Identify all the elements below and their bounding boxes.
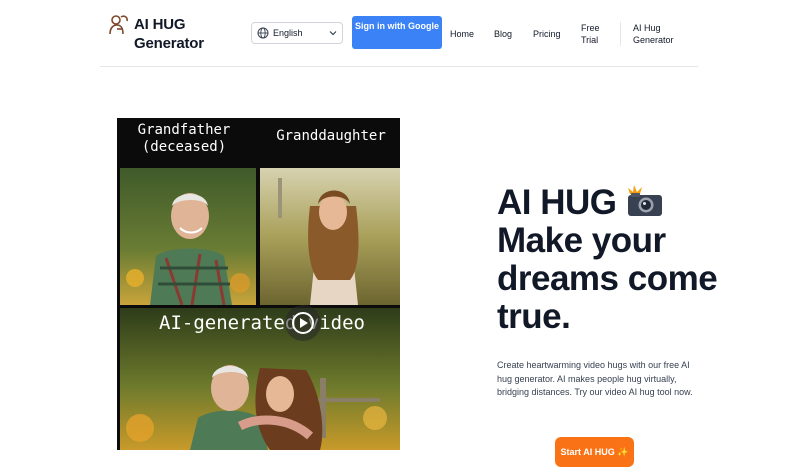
- logo-text: AI HUG Generator: [134, 16, 204, 52]
- camera-flash-icon: [627, 185, 662, 216]
- hero-headline: AI HUG Make your dreams come true.: [497, 184, 737, 336]
- caption-ai-generated-video: AI-generated video: [159, 312, 365, 334]
- nav-free-trial[interactable]: Free Trial: [581, 22, 605, 46]
- chevron-down-icon: [329, 31, 337, 36]
- language-select[interactable]: English: [251, 22, 343, 44]
- headline-main: AI HUG: [497, 183, 617, 222]
- grandfather-photo: [120, 168, 256, 305]
- nav-home[interactable]: Home: [450, 28, 474, 40]
- caption-grandfather: Grandfather (deceased): [137, 122, 231, 155]
- hug-logo-icon: [109, 15, 128, 35]
- play-button[interactable]: [285, 305, 321, 341]
- header-divider: [100, 66, 698, 67]
- caption-granddaughter: Granddaughter: [276, 128, 386, 144]
- site-header: AI HUG Generator English Sign in with Go…: [0, 0, 800, 67]
- nav-ai-hug-generator[interactable]: AI Hug Generator: [633, 22, 679, 46]
- language-label: English: [273, 28, 303, 38]
- start-ai-hug-button[interactable]: Start AI HUG ✨: [555, 437, 634, 467]
- hero-description: Create heartwarming video hugs with our …: [497, 360, 693, 397]
- globe-icon: [257, 27, 269, 39]
- nav-blog[interactable]: Blog: [494, 28, 512, 40]
- granddaughter-photo: [260, 168, 400, 305]
- sign-in-google-button[interactable]: Sign in with Google: [352, 16, 442, 49]
- nav-divider: [620, 22, 621, 46]
- logo[interactable]: AI HUG Generator: [108, 14, 218, 54]
- nav-pricing[interactable]: Pricing: [533, 28, 561, 40]
- headline-sub: Make your dreams come true.: [497, 221, 718, 336]
- hero-video-thumbnail[interactable]: Grandfather (deceased) Granddaughter AI-…: [117, 118, 400, 450]
- play-icon: [292, 312, 314, 334]
